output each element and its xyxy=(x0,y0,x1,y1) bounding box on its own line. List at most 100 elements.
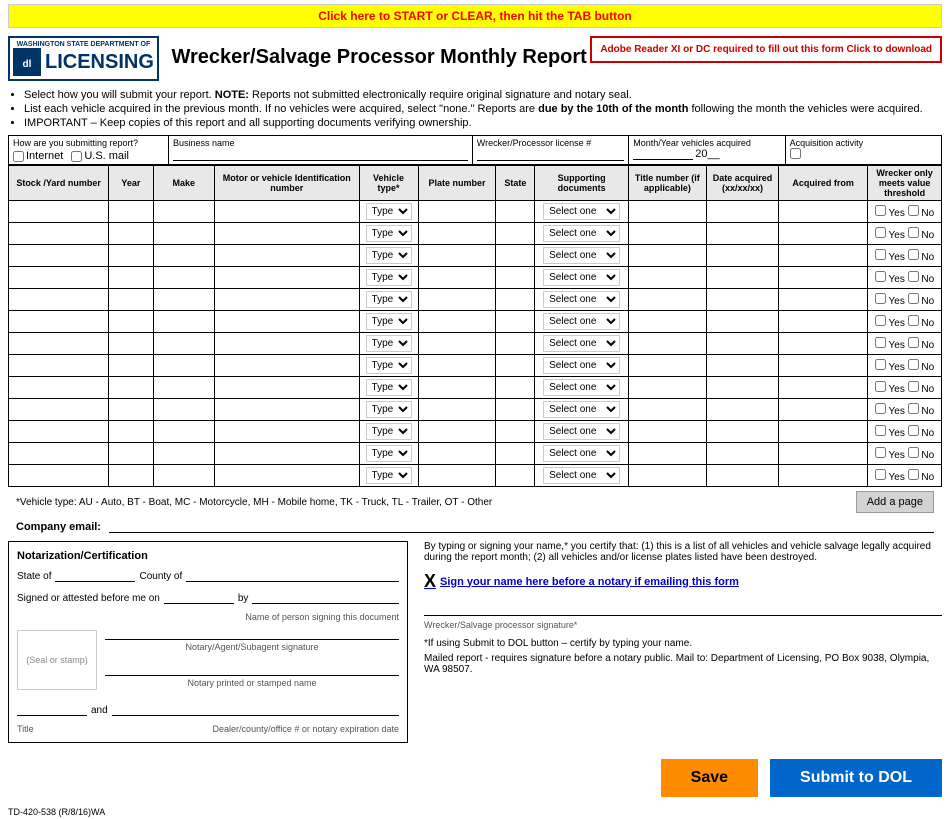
no-checkbox-label-7[interactable]: No xyxy=(908,362,935,373)
date-input-6[interactable] xyxy=(710,338,775,349)
make-input-10[interactable] xyxy=(157,426,211,437)
year-input-5[interactable] xyxy=(112,316,150,327)
plate-input-5[interactable] xyxy=(422,316,493,327)
from-input-8[interactable] xyxy=(782,382,864,393)
signed-date-line[interactable] xyxy=(164,590,234,604)
state-line[interactable] xyxy=(55,568,135,582)
vtype-select-5[interactable]: TypeAUBTMCMHTKTLOT xyxy=(366,313,412,330)
no-checkbox-label-9[interactable]: No xyxy=(908,406,935,417)
year-input-6[interactable] xyxy=(112,338,150,349)
yes-checkbox-0[interactable] xyxy=(875,205,886,216)
no-checkbox-label-8[interactable]: No xyxy=(908,384,935,395)
year-input-4[interactable] xyxy=(112,294,150,305)
date-input-1[interactable] xyxy=(710,228,775,239)
plate-input-7[interactable] xyxy=(422,360,493,371)
stock-input-4[interactable] xyxy=(12,294,105,305)
no-checkbox-label-5[interactable]: No xyxy=(908,318,935,329)
signature-line[interactable] xyxy=(424,596,942,616)
docs-select-6[interactable]: Select oneTitleBill of SaleCourt OrderNo… xyxy=(543,335,620,352)
notary-sig-line[interactable] xyxy=(105,626,399,640)
make-input-11[interactable] xyxy=(157,448,211,459)
docs-select-3[interactable]: Select oneTitleBill of SaleCourt OrderNo… xyxy=(543,269,620,286)
make-input-9[interactable] xyxy=(157,404,211,415)
no-checkbox-4[interactable] xyxy=(908,293,919,304)
state-input-9[interactable] xyxy=(499,404,531,415)
date-input-2[interactable] xyxy=(710,250,775,261)
title-input-1[interactable] xyxy=(632,228,703,239)
title-input-2[interactable] xyxy=(632,250,703,261)
title-input-12[interactable] xyxy=(632,470,703,481)
stock-input-8[interactable] xyxy=(12,382,105,393)
docs-select-11[interactable]: Select oneTitleBill of SaleCourt OrderNo… xyxy=(543,445,620,462)
vtype-select-4[interactable]: TypeAUBTMCMHTKTLOT xyxy=(366,291,412,308)
date-input-9[interactable] xyxy=(710,404,775,415)
no-checkbox-12[interactable] xyxy=(908,469,919,480)
state-input-2[interactable] xyxy=(499,250,531,261)
yes-checkbox-label-7[interactable]: Yes xyxy=(875,362,905,373)
stock-input-11[interactable] xyxy=(12,448,105,459)
yes-checkbox-label-2[interactable]: Yes xyxy=(875,252,905,263)
from-input-0[interactable] xyxy=(782,206,864,217)
no-checkbox-11[interactable] xyxy=(908,447,919,458)
make-input-1[interactable] xyxy=(157,228,211,239)
make-input-5[interactable] xyxy=(157,316,211,327)
no-checkbox-label-1[interactable]: No xyxy=(908,230,935,241)
state-input-6[interactable] xyxy=(499,338,531,349)
date-input-10[interactable] xyxy=(710,426,775,437)
mail-checkbox[interactable] xyxy=(71,151,82,162)
vin-input-11[interactable] xyxy=(218,448,356,459)
year-input-3[interactable] xyxy=(112,272,150,283)
yes-checkbox-label-1[interactable]: Yes xyxy=(875,230,905,241)
from-input-7[interactable] xyxy=(782,360,864,371)
title-input-7[interactable] xyxy=(632,360,703,371)
yes-checkbox-8[interactable] xyxy=(875,381,886,392)
docs-select-9[interactable]: Select oneTitleBill of SaleCourt OrderNo… xyxy=(543,401,620,418)
make-input-6[interactable] xyxy=(157,338,211,349)
vtype-select-6[interactable]: TypeAUBTMCMHTKTLOT xyxy=(366,335,412,352)
stock-input-12[interactable] xyxy=(12,470,105,481)
vtype-select-11[interactable]: TypeAUBTMCMHTKTLOT xyxy=(366,445,412,462)
state-input-5[interactable] xyxy=(499,316,531,327)
state-input-1[interactable] xyxy=(499,228,531,239)
vtype-select-0[interactable]: TypeAUBTMCMHTKTLOT xyxy=(366,203,412,220)
dealer-line[interactable] xyxy=(112,702,399,716)
acquisition-checkbox[interactable] xyxy=(790,148,801,159)
stock-input-9[interactable] xyxy=(12,404,105,415)
yes-checkbox-4[interactable] xyxy=(875,293,886,304)
plate-input-12[interactable] xyxy=(422,470,493,481)
title-input-10[interactable] xyxy=(632,426,703,437)
year-input-2[interactable] xyxy=(112,250,150,261)
yes-checkbox-5[interactable] xyxy=(875,315,886,326)
from-input-4[interactable] xyxy=(782,294,864,305)
business-name-input[interactable] xyxy=(173,149,468,161)
year-input-0[interactable] xyxy=(112,206,150,217)
date-input-5[interactable] xyxy=(710,316,775,327)
stock-input-2[interactable] xyxy=(12,250,105,261)
company-email-input[interactable] xyxy=(109,521,934,533)
save-button[interactable]: Save xyxy=(661,759,758,797)
top-bar[interactable]: Click here to START or CLEAR, then hit t… xyxy=(8,4,942,28)
yes-checkbox-6[interactable] xyxy=(875,337,886,348)
make-input-0[interactable] xyxy=(157,206,211,217)
yes-checkbox-label-9[interactable]: Yes xyxy=(875,406,905,417)
date-input-4[interactable] xyxy=(710,294,775,305)
no-checkbox-3[interactable] xyxy=(908,271,919,282)
stock-input-1[interactable] xyxy=(12,228,105,239)
vtype-select-1[interactable]: TypeAUBTMCMHTKTLOT xyxy=(366,225,412,242)
state-input-7[interactable] xyxy=(499,360,531,371)
vin-input-7[interactable] xyxy=(218,360,356,371)
no-checkbox-2[interactable] xyxy=(908,249,919,260)
no-checkbox-label-11[interactable]: No xyxy=(908,450,935,461)
make-input-3[interactable] xyxy=(157,272,211,283)
yes-checkbox-label-5[interactable]: Yes xyxy=(875,318,905,329)
internet-checkbox-label[interactable]: Internet xyxy=(13,150,63,162)
yes-checkbox-label-11[interactable]: Yes xyxy=(875,450,905,461)
stock-input-5[interactable] xyxy=(12,316,105,327)
vin-input-12[interactable] xyxy=(218,470,356,481)
no-checkbox-label-12[interactable]: No xyxy=(908,472,935,483)
yes-checkbox-label-8[interactable]: Yes xyxy=(875,384,905,395)
stock-input-10[interactable] xyxy=(12,426,105,437)
yes-checkbox-9[interactable] xyxy=(875,403,886,414)
plate-input-1[interactable] xyxy=(422,228,493,239)
year-input-1[interactable] xyxy=(112,228,150,239)
